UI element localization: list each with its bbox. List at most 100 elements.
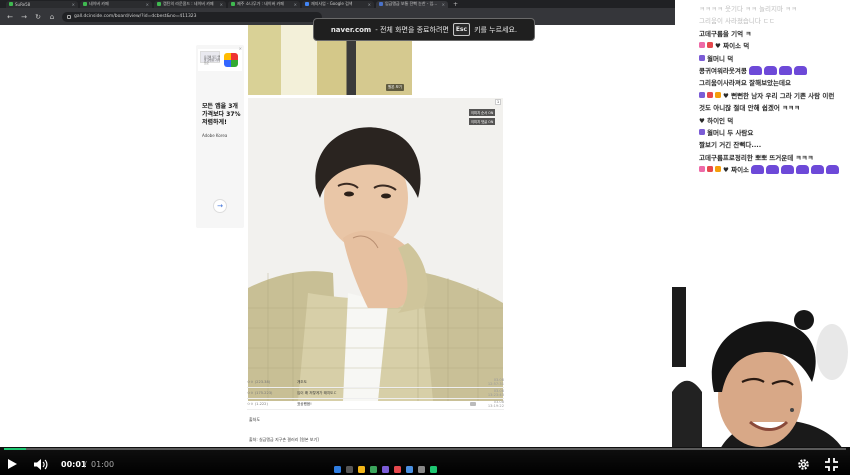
image-count-badge: 1 <box>495 99 502 105</box>
chat-emote-icon <box>796 164 810 174</box>
screen: SuRe58 × 네이버 카페 × 캡틴의 라운콤드 : 네이버 카페 × 제주 소나… <box>0 0 850 475</box>
browser-tab[interactable]: 재지사업 - Google 검색 × <box>302 0 374 8</box>
post-source-link[interactable]: 출처: 실금맹금 지구촌 갤러리 [원본 보기] <box>249 437 319 443</box>
browser-tab[interactable]: SuRe58 × <box>6 0 78 8</box>
comment-row: ㅇㅇ (1.222) 표상했음! 03.08 13:19:22 <box>247 399 504 410</box>
ad-image: 요금제 모든 앱을 할인된 가격으로 <box>198 49 242 71</box>
tab-favicon-icon <box>305 2 309 6</box>
total-time: 01:00 <box>91 460 115 469</box>
chat-badge-icon <box>715 91 721 98</box>
tab-close-icon[interactable]: × <box>72 2 75 7</box>
reload-icon[interactable]: ↻ <box>34 13 42 21</box>
tab-title: 캡틴의 라운콤드 : 네이버 카페 <box>163 1 214 6</box>
url-field[interactable]: gall.dcinside.com/board/view/?id=dcbest&… <box>62 11 322 22</box>
chat-message-text: ♥ 짜이소 덕 <box>715 42 750 51</box>
home-icon[interactable]: ⌂ <box>48 13 56 21</box>
tab-close-icon[interactable]: × <box>294 2 297 7</box>
search-icon[interactable] <box>346 466 353 473</box>
forward-icon[interactable]: → <box>20 13 28 21</box>
web-page: 요금제 모든 앱을 할인된 가격으로 × 모든 앱을 3개 가격보다 37% 저… <box>0 25 675 447</box>
chat-badge-icon <box>707 166 713 173</box>
chat-message-text: ㅋㅋㅋㅋ 웃기다 ㅋㅋ 놀리지마 ㅋㅋ <box>699 5 797 13</box>
chat-badge-icon <box>699 91 705 98</box>
tab-title: 네이버 카페 <box>89 1 109 6</box>
file-explorer-icon[interactable] <box>358 466 365 473</box>
app-icon[interactable] <box>418 466 425 473</box>
chat-message: 것도 아니잖 절대 안해 쉽겠어 ㅋㅋㅋ <box>699 101 800 113</box>
play-icon[interactable] <box>8 459 17 469</box>
chat-message: 짤보기 거긴 잔뻑다.... <box>699 138 761 150</box>
new-tab-button[interactable]: + <box>450 1 461 8</box>
comment-author: ㅇㅇ (175.223) <box>247 390 273 395</box>
notice-domain: naver.com <box>330 25 372 34</box>
chat-message-text: 월머니 덕 <box>707 54 734 63</box>
chat-message-text: 고데구름을 기억 ㅋ <box>699 29 752 38</box>
ad-brand: Adobe Korea <box>202 133 228 138</box>
lock-icon <box>67 14 71 19</box>
comment-text: 입이 왜 저렇게가 돼지도ㄷ <box>297 390 337 395</box>
live-chat-overlay: ㅋㅋㅋㅋ 웃기다 ㅋㅋ 놀리지마 ㅋㅋ 그리움이 사라졌습니다 ㄷㄷ 고데구름을 기… <box>675 0 850 282</box>
post-body-line: 출처도 <box>249 417 261 422</box>
progress-track[interactable] <box>4 448 846 450</box>
chat-message-text: 것도 아니잖 절대 안해 쉽겠어 ㅋㅋㅋ <box>699 104 801 113</box>
tab-close-icon[interactable]: × <box>368 2 371 7</box>
chat-badge-icon <box>707 42 713 49</box>
gear-icon[interactable] <box>797 458 810 471</box>
url-text: gall.dcinside.com/board/view/?id=dcbest&… <box>74 14 197 19</box>
chat-message: ♥ 짜이소 덕 <box>699 39 749 51</box>
post-image-main <box>248 98 503 401</box>
image-comment-toggle[interactable]: 이미지 댓글 ON <box>469 118 496 125</box>
image-order-toggle[interactable]: 이미지 순서 ON <box>469 109 496 116</box>
taskbar-peek <box>334 466 437 474</box>
windows-start-icon[interactable] <box>334 466 341 473</box>
chat-emote-icon <box>826 164 840 174</box>
chat-badge-icon <box>699 166 705 173</box>
app-icon[interactable] <box>382 466 389 473</box>
ad-headline: 모든 앱을 3개 가격보다 37% 저렴하게! <box>202 103 241 126</box>
browser-tab-active[interactable]: 입금맹금 보통 잔뻑 눈찬 - 입… × <box>376 0 448 8</box>
ad-arrow-button[interactable]: → <box>213 199 227 213</box>
exit-fullscreen-icon[interactable] <box>825 458 838 471</box>
chat-message: 그리움이 사라졌습니다 ㄷㄷ <box>699 14 775 26</box>
chat-message: 월머니 두 사람요 <box>699 126 753 138</box>
ad-monitor-graphic: 요금제 모든 앱을 할인된 가격으로 <box>200 51 220 65</box>
chat-message: ㅋㅋㅋㅋ 웃기다 ㅋㅋ 놀리지마 ㅋㅋ <box>699 2 797 14</box>
chat-emote-icon <box>766 164 780 174</box>
chat-message: ♥ 뻔뻔한 남자 우리 그라 기쁜 사람 이런 <box>699 89 834 101</box>
chat-badge-icon <box>715 166 721 173</box>
view-original-button[interactable]: 원본 보기 <box>386 84 404 91</box>
chrome-icon[interactable] <box>370 466 377 473</box>
chat-message: ♥ 짜이소 <box>699 163 840 175</box>
tab-favicon-icon <box>379 2 383 6</box>
chat-emote-icon <box>763 65 777 75</box>
tab-title: SuRe58 <box>15 1 31 7</box>
tab-title: 입금맹금 보통 잔뻑 눈찬 - 입… <box>385 1 438 6</box>
tab-favicon-icon <box>231 2 235 6</box>
chat-emote-icon <box>751 164 765 174</box>
tab-close-icon[interactable]: × <box>442 2 445 7</box>
app-icon[interactable] <box>394 466 401 473</box>
chat-message-text: 그리움이사라져요 잘해보았는데요 <box>699 79 791 88</box>
back-icon[interactable]: ← <box>6 13 14 21</box>
tab-close-icon[interactable]: × <box>146 2 149 7</box>
ad-image-text: 요금제 모든 앱을 할인된 가격으로 <box>204 56 220 65</box>
comment-time: 03.08 13:19:22 <box>487 400 504 408</box>
chat-message-text: 콩귀여워라웃겨콩 <box>699 67 747 75</box>
comment-time: 03.08 13:23:43 <box>487 389 504 397</box>
chat-message-text: ♥ 짜이소 <box>723 166 750 175</box>
chat-emote-icon <box>748 65 762 75</box>
browser-tab[interactable]: 제주 소나무가 : 네이버 카페 × <box>228 0 300 8</box>
browser-tab[interactable]: 네이버 카페 × <box>80 0 152 8</box>
chat-message: ♥ 하이인 덕 <box>699 114 733 126</box>
ad-close-icon[interactable]: × <box>239 46 242 51</box>
app-icon[interactable] <box>406 466 413 473</box>
browser-tab[interactable]: 캡틴의 라운콤드 : 네이버 카페 × <box>154 0 226 8</box>
chat-message-text: 짤보기 거긴 잔뻑다.... <box>699 141 762 150</box>
esc-key-icon: Esc <box>452 23 471 36</box>
volume-icon[interactable] <box>34 459 48 470</box>
tab-favicon-icon <box>157 2 161 6</box>
chat-badge-icon <box>707 91 713 98</box>
tab-close-icon[interactable]: × <box>220 2 223 7</box>
fullscreen-exit-notice: naver.com - 전체 화면을 종료하려면 Esc 키를 누르세요. <box>313 18 535 41</box>
app-icon[interactable] <box>430 466 437 473</box>
